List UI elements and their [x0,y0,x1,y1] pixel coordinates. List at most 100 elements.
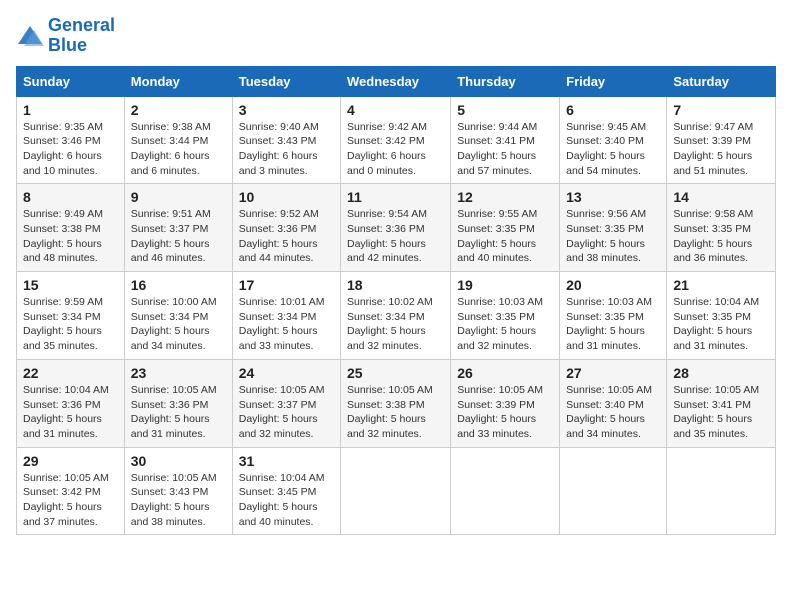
day-info: Sunrise: 9:55 AM Sunset: 3:35 PM Dayligh… [457,207,553,266]
day-info: Sunrise: 10:05 AM Sunset: 3:41 PM Daylig… [673,383,769,442]
day-info: Sunrise: 9:45 AM Sunset: 3:40 PM Dayligh… [566,120,660,179]
day-info: Sunrise: 9:40 AM Sunset: 3:43 PM Dayligh… [239,120,334,179]
day-number: 6 [566,102,660,118]
day-info: Sunrise: 10:01 AM Sunset: 3:34 PM Daylig… [239,295,334,354]
calendar-table: SundayMondayTuesdayWednesdayThursdayFrid… [16,66,776,536]
day-number: 29 [23,453,118,469]
day-number: 14 [673,189,769,205]
calendar-cell: 5 Sunrise: 9:44 AM Sunset: 3:41 PM Dayli… [451,96,560,184]
day-info: Sunrise: 10:05 AM Sunset: 3:37 PM Daylig… [239,383,334,442]
calendar-cell: 1 Sunrise: 9:35 AM Sunset: 3:46 PM Dayli… [17,96,125,184]
header-saturday: Saturday [667,66,776,96]
calendar-cell: 21 Sunrise: 10:04 AM Sunset: 3:35 PM Day… [667,272,776,360]
calendar-cell: 22 Sunrise: 10:04 AM Sunset: 3:36 PM Day… [17,359,125,447]
calendar-cell: 28 Sunrise: 10:05 AM Sunset: 3:41 PM Day… [667,359,776,447]
header-tuesday: Tuesday [232,66,340,96]
calendar-cell [560,447,667,535]
day-number: 3 [239,102,334,118]
day-info: Sunrise: 10:04 AM Sunset: 3:35 PM Daylig… [673,295,769,354]
day-number: 21 [673,277,769,293]
day-number: 22 [23,365,118,381]
calendar-cell: 29 Sunrise: 10:05 AM Sunset: 3:42 PM Day… [17,447,125,535]
calendar-cell: 4 Sunrise: 9:42 AM Sunset: 3:42 PM Dayli… [341,96,451,184]
day-number: 4 [347,102,444,118]
day-info: Sunrise: 9:35 AM Sunset: 3:46 PM Dayligh… [23,120,118,179]
day-number: 13 [566,189,660,205]
day-number: 10 [239,189,334,205]
day-info: Sunrise: 9:56 AM Sunset: 3:35 PM Dayligh… [566,207,660,266]
calendar-cell: 6 Sunrise: 9:45 AM Sunset: 3:40 PM Dayli… [560,96,667,184]
header-wednesday: Wednesday [341,66,451,96]
day-number: 19 [457,277,553,293]
logo-text: General Blue [48,16,115,56]
logo-blue: Blue [48,35,87,55]
header-thursday: Thursday [451,66,560,96]
calendar-cell: 27 Sunrise: 10:05 AM Sunset: 3:40 PM Day… [560,359,667,447]
day-number: 23 [131,365,226,381]
calendar-cell: 3 Sunrise: 9:40 AM Sunset: 3:43 PM Dayli… [232,96,340,184]
calendar-cell: 18 Sunrise: 10:02 AM Sunset: 3:34 PM Day… [341,272,451,360]
day-number: 8 [23,189,118,205]
week-row-3: 15 Sunrise: 9:59 AM Sunset: 3:34 PM Dayl… [17,272,776,360]
calendar-cell: 15 Sunrise: 9:59 AM Sunset: 3:34 PM Dayl… [17,272,125,360]
day-info: Sunrise: 10:05 AM Sunset: 3:40 PM Daylig… [566,383,660,442]
calendar-cell: 14 Sunrise: 9:58 AM Sunset: 3:35 PM Dayl… [667,184,776,272]
day-info: Sunrise: 10:04 AM Sunset: 3:36 PM Daylig… [23,383,118,442]
calendar-cell: 8 Sunrise: 9:49 AM Sunset: 3:38 PM Dayli… [17,184,125,272]
calendar-cell: 19 Sunrise: 10:03 AM Sunset: 3:35 PM Day… [451,272,560,360]
header-friday: Friday [560,66,667,96]
day-number: 25 [347,365,444,381]
day-number: 2 [131,102,226,118]
day-number: 5 [457,102,553,118]
day-number: 27 [566,365,660,381]
day-info: Sunrise: 9:54 AM Sunset: 3:36 PM Dayligh… [347,207,444,266]
calendar-cell: 20 Sunrise: 10:03 AM Sunset: 3:35 PM Day… [560,272,667,360]
day-info: Sunrise: 9:58 AM Sunset: 3:35 PM Dayligh… [673,207,769,266]
week-row-5: 29 Sunrise: 10:05 AM Sunset: 3:42 PM Day… [17,447,776,535]
day-info: Sunrise: 9:49 AM Sunset: 3:38 PM Dayligh… [23,207,118,266]
day-number: 26 [457,365,553,381]
calendar-cell: 31 Sunrise: 10:04 AM Sunset: 3:45 PM Day… [232,447,340,535]
header-row: SundayMondayTuesdayWednesdayThursdayFrid… [17,66,776,96]
calendar-cell: 11 Sunrise: 9:54 AM Sunset: 3:36 PM Dayl… [341,184,451,272]
calendar-cell: 2 Sunrise: 9:38 AM Sunset: 3:44 PM Dayli… [124,96,232,184]
day-number: 30 [131,453,226,469]
day-number: 15 [23,277,118,293]
day-info: Sunrise: 10:03 AM Sunset: 3:35 PM Daylig… [457,295,553,354]
day-number: 24 [239,365,334,381]
calendar-cell: 16 Sunrise: 10:00 AM Sunset: 3:34 PM Day… [124,272,232,360]
week-row-4: 22 Sunrise: 10:04 AM Sunset: 3:36 PM Day… [17,359,776,447]
day-number: 20 [566,277,660,293]
calendar-cell: 9 Sunrise: 9:51 AM Sunset: 3:37 PM Dayli… [124,184,232,272]
day-number: 9 [131,189,226,205]
day-info: Sunrise: 10:04 AM Sunset: 3:45 PM Daylig… [239,471,334,530]
day-number: 16 [131,277,226,293]
page-header: General Blue [16,16,776,56]
day-info: Sunrise: 9:51 AM Sunset: 3:37 PM Dayligh… [131,207,226,266]
logo: General Blue [16,16,115,56]
day-info: Sunrise: 9:52 AM Sunset: 3:36 PM Dayligh… [239,207,334,266]
day-number: 12 [457,189,553,205]
logo-general: General [48,15,115,35]
calendar-cell [667,447,776,535]
day-info: Sunrise: 10:05 AM Sunset: 3:38 PM Daylig… [347,383,444,442]
header-sunday: Sunday [17,66,125,96]
day-info: Sunrise: 10:02 AM Sunset: 3:34 PM Daylig… [347,295,444,354]
day-number: 17 [239,277,334,293]
calendar-cell: 26 Sunrise: 10:05 AM Sunset: 3:39 PM Day… [451,359,560,447]
calendar-cell: 7 Sunrise: 9:47 AM Sunset: 3:39 PM Dayli… [667,96,776,184]
calendar-cell [341,447,451,535]
day-number: 1 [23,102,118,118]
day-number: 31 [239,453,334,469]
calendar-cell: 13 Sunrise: 9:56 AM Sunset: 3:35 PM Dayl… [560,184,667,272]
day-info: Sunrise: 10:00 AM Sunset: 3:34 PM Daylig… [131,295,226,354]
day-info: Sunrise: 10:05 AM Sunset: 3:42 PM Daylig… [23,471,118,530]
day-info: Sunrise: 10:03 AM Sunset: 3:35 PM Daylig… [566,295,660,354]
calendar-cell [451,447,560,535]
week-row-1: 1 Sunrise: 9:35 AM Sunset: 3:46 PM Dayli… [17,96,776,184]
day-info: Sunrise: 10:05 AM Sunset: 3:43 PM Daylig… [131,471,226,530]
calendar-cell: 23 Sunrise: 10:05 AM Sunset: 3:36 PM Day… [124,359,232,447]
week-row-2: 8 Sunrise: 9:49 AM Sunset: 3:38 PM Dayli… [17,184,776,272]
day-info: Sunrise: 9:42 AM Sunset: 3:42 PM Dayligh… [347,120,444,179]
calendar-cell: 25 Sunrise: 10:05 AM Sunset: 3:38 PM Day… [341,359,451,447]
